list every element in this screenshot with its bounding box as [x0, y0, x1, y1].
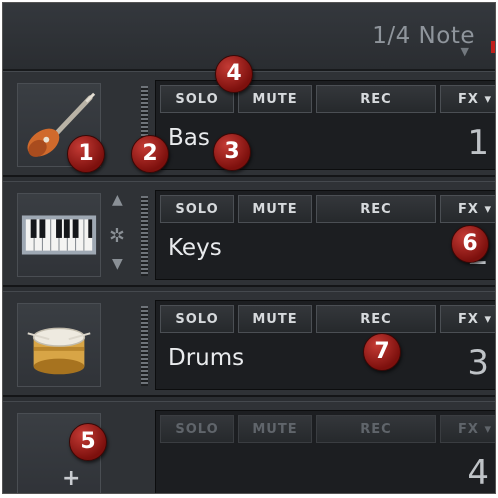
track-number: 4	[467, 453, 489, 493]
toolbar: 1/4 Note ▼	[3, 3, 495, 71]
callout-badge: 2	[131, 135, 169, 173]
playhead-marker	[491, 41, 495, 53]
track-row: ▲ ✲ ▼ SOLO MUTE REC FX ▾ Keys 2	[3, 181, 495, 287]
fx-button[interactable]: FX ▾	[440, 85, 495, 113]
track-control-panel: SOLO MUTE REC FX ▾ 4	[155, 410, 495, 493]
drum-icon[interactable]	[17, 303, 101, 387]
fx-button[interactable]: FX ▾	[440, 415, 495, 443]
rec-button[interactable]: REC	[316, 415, 436, 443]
move-down-icon[interactable]: ▼	[112, 256, 123, 272]
keyboard-icon[interactable]	[17, 193, 101, 277]
level-meter	[141, 306, 148, 386]
mute-button[interactable]: MUTE	[238, 85, 312, 113]
callout-badge: 4	[215, 55, 253, 93]
track-name[interactable]: Drums	[168, 345, 244, 371]
callout-badge: 5	[69, 423, 107, 461]
callout-badge: 1	[67, 135, 105, 173]
rec-button[interactable]: REC	[316, 305, 436, 333]
gear-icon[interactable]: ✲	[109, 225, 125, 247]
move-up-icon[interactable]: ▲	[112, 192, 123, 208]
solo-button[interactable]: SOLO	[160, 415, 234, 443]
track-control-panel: SOLO MUTE REC FX ▾ Keys 2	[155, 190, 495, 280]
fx-button[interactable]: FX ▾	[440, 305, 495, 333]
callout-badge: 6	[451, 225, 489, 263]
callout-badge: 7	[363, 333, 401, 371]
rec-button[interactable]: REC	[316, 85, 436, 113]
mute-button[interactable]: MUTE	[238, 305, 312, 333]
track-name[interactable]: Keys	[168, 235, 222, 261]
track-control-panel: SOLO MUTE REC FX ▾ Drums 3	[155, 300, 495, 390]
solo-button[interactable]: SOLO	[160, 195, 234, 223]
solo-button[interactable]: SOLO	[160, 305, 234, 333]
chevron-down-icon[interactable]: ▼	[461, 45, 469, 58]
track-number: 3	[467, 343, 489, 383]
rec-button[interactable]: REC	[316, 195, 436, 223]
mute-button[interactable]: MUTE	[238, 195, 312, 223]
fx-button[interactable]: FX ▾	[440, 195, 495, 223]
level-meter	[141, 196, 148, 276]
track-row: SOLO MUTE REC FX ▾ Drums 3	[3, 291, 495, 397]
callout-badge: 3	[213, 133, 251, 171]
plus-icon[interactable]: +	[62, 466, 80, 491]
track-control-panel: SOLO MUTE REC FX ▾ Bas 1	[155, 80, 495, 170]
mute-button[interactable]: MUTE	[238, 415, 312, 443]
app-window: 1/4 Note ▼ SOLO MUTE REC FX ▾ Bas 1 ▲ ✲ …	[2, 2, 496, 494]
track-number: 1	[467, 123, 489, 163]
track-name[interactable]: Bas	[168, 125, 210, 151]
